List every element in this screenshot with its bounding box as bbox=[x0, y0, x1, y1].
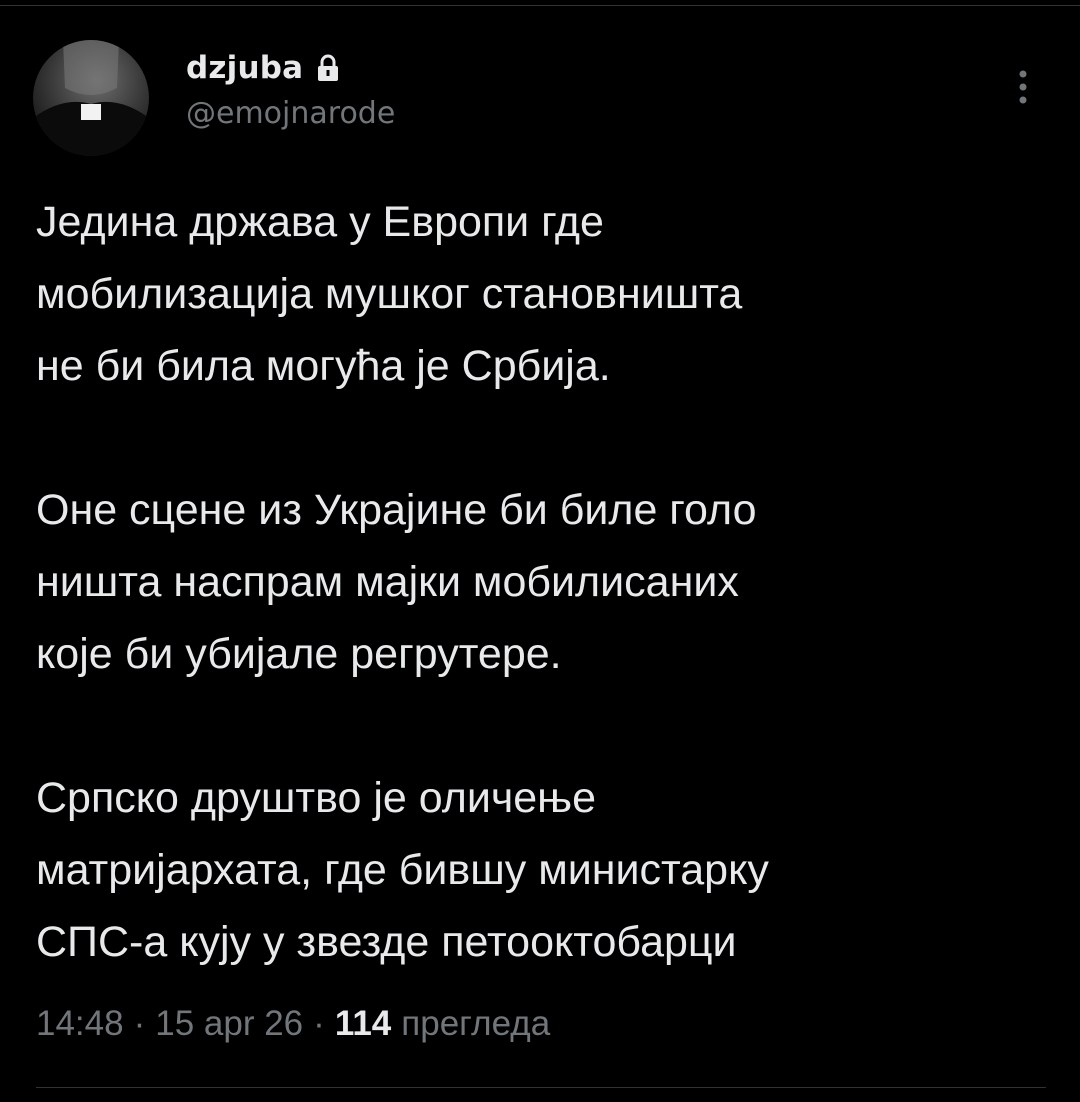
tweet-line: које би убијале регрутере. bbox=[36, 630, 562, 678]
display-name-row: dzjuba bbox=[186, 46, 395, 90]
tweet-paragraph: Оне сцене из Украјине би биле голо ништа… bbox=[36, 474, 1046, 690]
tweet-line: СПС-а кују у звезде петооктобарци bbox=[36, 918, 737, 966]
handle[interactable]: @emojnarode bbox=[186, 96, 395, 131]
top-border bbox=[0, 5, 1080, 6]
user-block: dzjuba @emojnarode bbox=[186, 46, 395, 131]
meta-separator: · bbox=[313, 1004, 325, 1043]
tweet-line: Једина држава у Европи где bbox=[36, 198, 604, 246]
tweet-time[interactable]: 14:48 bbox=[36, 1004, 124, 1044]
tweet-line: Оне сцене из Украјине би биле голо bbox=[36, 486, 757, 534]
tweet-line: ништа наспрам мајки мобилисаних bbox=[36, 558, 739, 606]
meta-separator: · bbox=[133, 1004, 146, 1043]
bottom-divider bbox=[36, 1087, 1046, 1088]
tweet-text: Једина држава у Европи где мобилизација … bbox=[36, 186, 1046, 978]
more-vertical-icon[interactable] bbox=[1008, 66, 1038, 112]
tweet-date[interactable]: 15 apr 26 bbox=[155, 1004, 303, 1044]
tweet-meta: 14:48 · 15 apr 26 · 114 прегледа bbox=[36, 1004, 550, 1044]
tweet-line: не би била могућа је Србија. bbox=[36, 342, 611, 390]
tweet-paragraph: Једина држава у Европи где мобилизација … bbox=[36, 186, 1046, 402]
views-count[interactable]: 114 bbox=[335, 1004, 391, 1044]
tweet-line: мобилизација мушког становништа bbox=[36, 270, 743, 318]
tweet-paragraph: Српско друштво је оличење матријархата, … bbox=[36, 762, 1046, 978]
tweet-line: Српско друштво је оличење bbox=[36, 774, 597, 822]
tweet-line: матријархата, где бившу министарку bbox=[36, 846, 769, 894]
views-label: прегледа bbox=[401, 1004, 551, 1043]
lock-icon bbox=[315, 53, 341, 83]
display-name[interactable]: dzjuba bbox=[186, 50, 303, 86]
avatar[interactable] bbox=[33, 40, 149, 156]
